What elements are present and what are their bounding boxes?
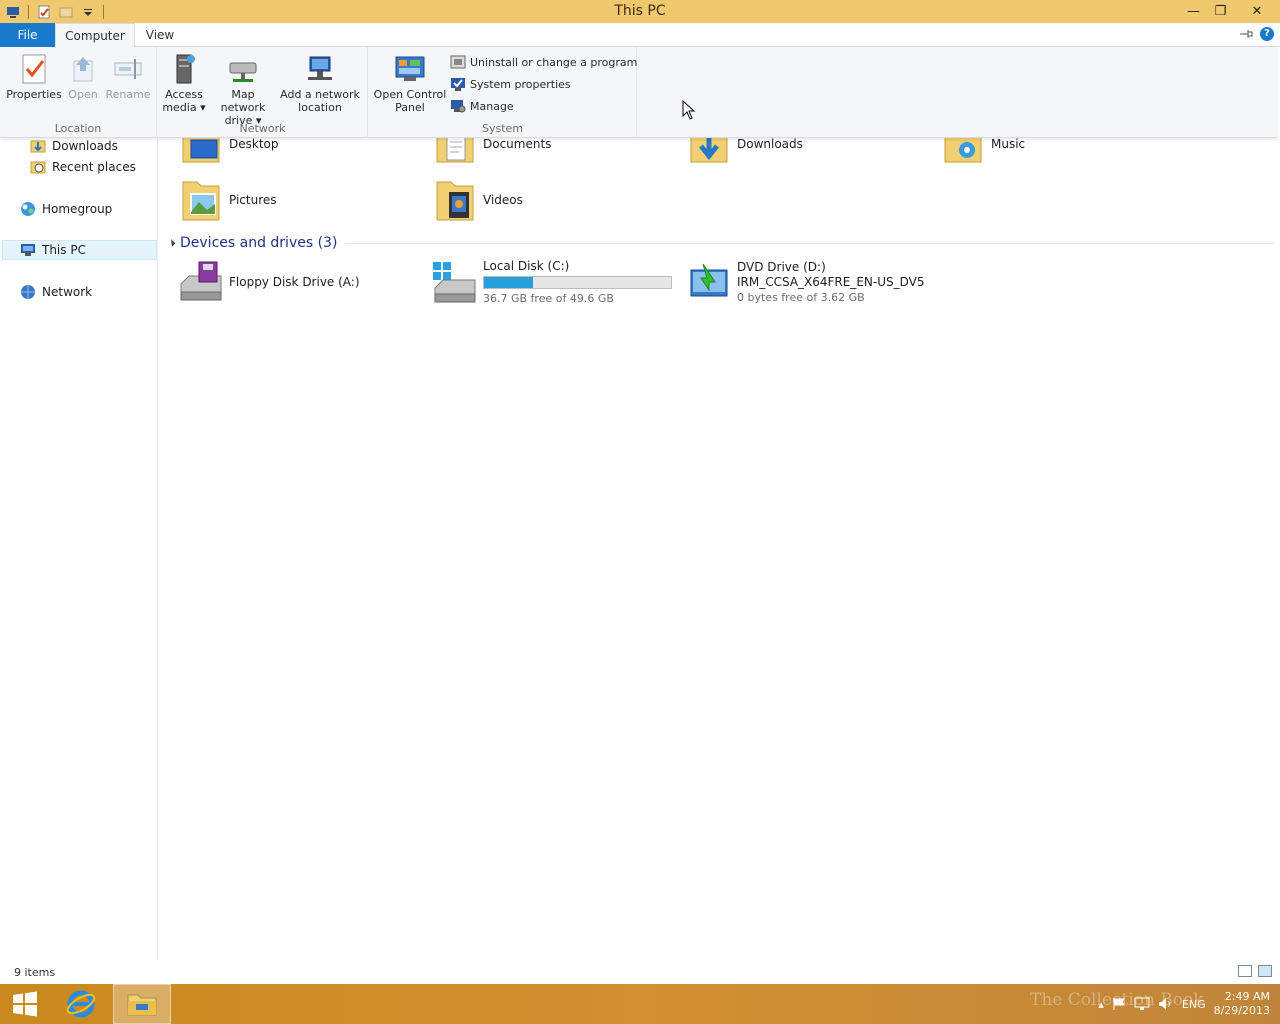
network-icon (21, 285, 35, 299)
quick-access-toolbar (0, 0, 108, 23)
properties-button[interactable]: Properties (6, 53, 62, 101)
open-button[interactable]: Open (64, 53, 102, 101)
group-network: Access media ▾ Map network drive ▾ Add a… (158, 47, 368, 138)
drive-local-c[interactable]: Local Disk (C:) 36.7 GB free of 49.6 GB (431, 258, 672, 306)
rename-button[interactable]: Rename (104, 53, 152, 101)
homegroup-icon (21, 202, 35, 216)
network-location-icon (304, 53, 336, 85)
clock[interactable]: 2:49 AM 8/29/2013 (1214, 990, 1270, 1018)
watermark-text: The Collection Book (1030, 990, 1204, 1010)
dvd-drive-icon (685, 258, 733, 306)
drive-d-free-space: 0 bytes free of 3.62 GB (737, 290, 865, 304)
tab-file[interactable]: File (0, 23, 55, 47)
collapse-triangle-icon[interactable] (167, 239, 176, 247)
properties-icon (18, 53, 50, 85)
group-label-location: Location (54, 122, 102, 135)
computer-icon[interactable] (5, 4, 21, 20)
nav-item-homegroup[interactable]: Homegroup (20, 199, 112, 219)
videos-folder-icon (431, 176, 479, 224)
computer-management-icon (451, 100, 466, 113)
nav-item-recent-places[interactable]: Recent places (30, 157, 136, 177)
open-control-panel-button[interactable]: Open Control Panel (373, 53, 447, 114)
folder-pictures[interactable]: Pictures (177, 176, 277, 224)
system-properties-icon (451, 78, 465, 91)
file-explorer-icon (127, 994, 157, 1016)
window-title: This PC (614, 3, 666, 19)
ribbon: Properties Open Rename Location Access m… (0, 47, 1277, 138)
tab-view[interactable]: View (135, 23, 185, 47)
access-media-button[interactable]: Access media ▾ (162, 53, 206, 114)
group-label-system: System (481, 122, 524, 135)
group-location: Properties Open Rename Location (0, 47, 157, 138)
minimize-button[interactable]: — (1180, 0, 1207, 23)
control-panel-icon (394, 53, 426, 85)
file-explorer-button[interactable] (113, 984, 171, 1024)
mouse-cursor-icon (682, 100, 696, 120)
nav-item-network[interactable]: Network (20, 282, 92, 302)
network-drive-icon (227, 53, 259, 85)
drive-c-usage-bar (483, 275, 672, 289)
open-icon (67, 53, 99, 85)
devices-section-header[interactable]: Devices and drives (3) (167, 233, 1274, 253)
local-disk-icon (431, 258, 479, 306)
nav-item-this-pc[interactable]: This PC (2, 240, 157, 260)
uninstall-program-button[interactable]: Uninstall or change a program (450, 52, 637, 72)
large-icons-view-icon[interactable] (1258, 965, 1272, 977)
close-button[interactable]: ✕ (1234, 0, 1280, 23)
drive-dvd-d[interactable]: DVD Drive (D:) IRM_CCSA_X64FRE_EN-US_DV5… (685, 258, 925, 306)
chevron-down-icon[interactable] (80, 4, 96, 20)
drive-d-name: DVD Drive (D:) (737, 259, 826, 274)
drive-floppy[interactable]: Floppy Disk Drive (A:) (177, 258, 360, 306)
new-folder-icon[interactable] (58, 4, 74, 20)
media-server-icon (168, 53, 200, 85)
group-label-network: Network (239, 122, 286, 135)
manage-button[interactable]: Manage (450, 96, 514, 116)
item-count: 9 items (14, 965, 56, 979)
status-bar: 9 items (0, 960, 1280, 984)
navigation-pane: Downloads Recent places Homegroup This P… (0, 138, 158, 960)
folder-videos[interactable]: Videos (431, 176, 523, 224)
toolbar-separator (103, 4, 104, 19)
drive-c-free-space: 36.7 GB free of 49.6 GB (483, 291, 614, 305)
content-pane: Desktop Documents Downloads Music Pictur… (159, 129, 1280, 960)
map-network-drive-button[interactable]: Map network drive ▾ (208, 53, 278, 127)
internet-explorer-icon (66, 990, 96, 1018)
floppy-drive-icon (177, 258, 225, 306)
title-bar: This PC — ❐ ✕ (0, 0, 1280, 23)
drive-d-label: IRM_CCSA_X64FRE_EN-US_DV5 (737, 274, 925, 289)
recent-places-icon (30, 161, 46, 174)
internet-explorer-button[interactable] (52, 984, 110, 1024)
section-divider (345, 242, 1274, 244)
properties-icon[interactable] (36, 4, 52, 20)
toolbar-separator (28, 4, 29, 19)
start-button[interactable] (0, 984, 50, 1024)
details-view-icon[interactable] (1238, 965, 1252, 977)
programs-icon (450, 55, 466, 69)
drive-c-name: Local Disk (C:) (483, 258, 570, 273)
pictures-folder-icon (177, 176, 225, 224)
tab-computer[interactable]: Computer (55, 23, 135, 47)
nav-item-downloads[interactable]: Downloads (30, 136, 118, 156)
add-network-location-button[interactable]: Add a network location (280, 53, 360, 114)
drive-c-usage-fill (484, 276, 533, 288)
computer-icon (21, 244, 35, 256)
help-icon[interactable]: ? (1260, 27, 1274, 41)
pin-ribbon-icon[interactable] (1238, 27, 1254, 44)
ribbon-tabs: File Computer View ? (0, 23, 1280, 47)
windows-logo-icon (13, 991, 37, 1017)
rename-icon (112, 53, 144, 85)
system-properties-button[interactable]: System properties (450, 74, 571, 94)
restore-button[interactable]: ❐ (1207, 0, 1234, 23)
downloads-folder-icon (30, 140, 46, 153)
